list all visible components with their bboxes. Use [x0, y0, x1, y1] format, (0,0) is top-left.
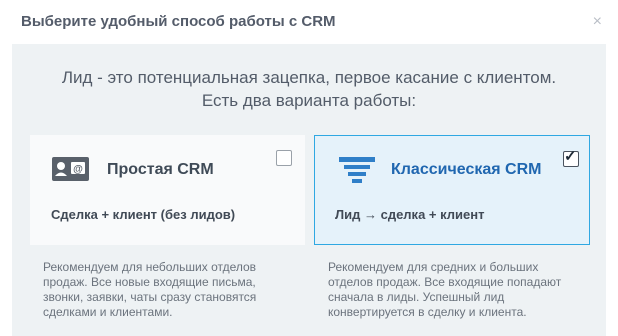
option-simple-description: Рекомендуем для небольших отделов продаж… [43, 260, 257, 319]
option-classic-title: Классическая CRM [391, 161, 542, 178]
dialog-title: Выберите удобный способ работы с CRM [21, 13, 336, 30]
svg-text:@: @ [73, 164, 83, 175]
option-classic-checkbox[interactable]: ✓ [563, 148, 579, 167]
check-icon: ✓ [564, 148, 577, 165]
option-classic-crm[interactable]: Классическая CRM ✓ Лид → сделка + клиент [314, 135, 590, 245]
close-icon[interactable]: × [593, 13, 602, 31]
option-simple-title: Простая CRM [107, 161, 214, 178]
intro-line-2: Есть два варианта работы: [201, 91, 417, 110]
dialog-content: Лид - это потенциальная зацепка, первое … [12, 44, 606, 336]
contact-card-icon: @ [52, 157, 89, 181]
option-simple-subtitle: Сделка + клиент (без лидов) [51, 207, 236, 222]
funnel-icon [339, 157, 375, 183]
option-simple-checkbox[interactable] [276, 150, 292, 166]
option-simple-crm[interactable]: @ Простая CRM Сделка + клиент (без лидов… [30, 135, 305, 245]
intro-text: Лид - это потенциальная зацепка, первое … [12, 66, 606, 112]
intro-line-1: Лид - это потенциальная зацепка, первое … [61, 68, 557, 87]
option-classic-subtitle: Лид → сделка + клиент [335, 207, 485, 222]
crm-mode-dialog: Выберите удобный способ работы с CRM × Л… [0, 0, 618, 336]
dialog-header: Выберите удобный способ работы с CRM × [0, 0, 618, 44]
option-classic-description: Рекомендуем для средних и больших отдело… [328, 260, 562, 319]
